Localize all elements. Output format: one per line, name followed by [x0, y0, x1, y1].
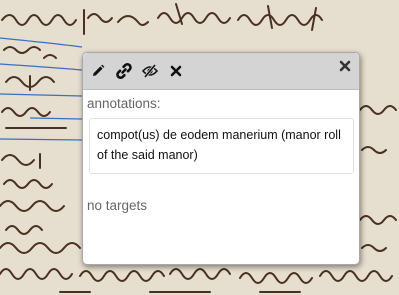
annotations-label: annotations:: [87, 96, 161, 111]
link-icon[interactable]: [114, 61, 134, 81]
x-icon[interactable]: [166, 61, 186, 81]
annotation-item[interactable]: compot(us) de eodem manerium (manor roll…: [89, 118, 354, 174]
image-viewer[interactable]: annotations: compot(us) de eodem maneriu…: [0, 0, 399, 295]
targets-label: no targets: [87, 198, 148, 213]
eye-slash-icon[interactable]: [140, 61, 160, 81]
annotation-toolbar: [83, 53, 359, 90]
pencil-icon[interactable]: [88, 61, 108, 81]
annotation-content: annotations: compot(us) de eodem maneriu…: [83, 90, 359, 214]
annotation-text: compot(us) de eodem manerium (manor roll…: [97, 128, 341, 162]
annotation-popup: annotations: compot(us) de eodem maneriu…: [82, 52, 360, 265]
close-icon[interactable]: [335, 56, 355, 76]
